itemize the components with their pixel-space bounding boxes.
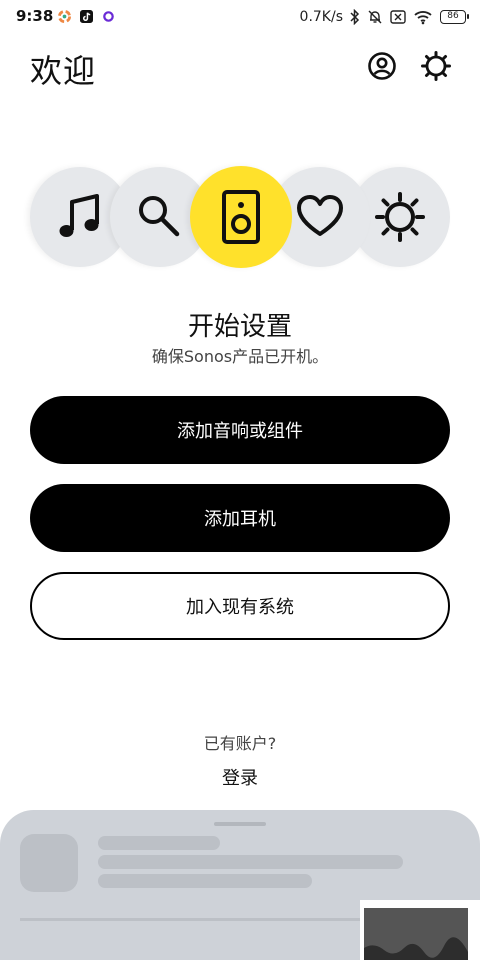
setup-subtitle: 确保Sonos产品已开机。	[151, 347, 329, 366]
sheet-line-placeholder	[98, 874, 312, 888]
preview-image	[364, 908, 468, 960]
hero-circle-speaker	[190, 166, 292, 268]
sheet-thumbnail-placeholder	[20, 834, 78, 892]
speaker-icon	[222, 190, 260, 244]
tiktok-icon	[80, 10, 93, 23]
hero-illustration	[0, 165, 480, 275]
setup-title: 开始设置	[187, 312, 292, 342]
sun-icon	[375, 192, 425, 242]
add-headphones-button[interactable]: 添加耳机	[30, 484, 450, 552]
sheet-drag-handle[interactable]	[214, 822, 266, 826]
music-note-icon	[59, 194, 99, 237]
status-bar: 9:38 0.7K/s 86	[0, 0, 480, 34]
login-link[interactable]: 登录	[200, 764, 280, 790]
gear-icon	[421, 51, 451, 81]
account-prompt: 已有账户?	[203, 734, 277, 753]
floating-preview-window[interactable]	[360, 900, 480, 960]
battery-indicator: 86	[440, 10, 469, 24]
heart-icon	[297, 195, 343, 236]
sheet-line-placeholder	[98, 836, 220, 850]
sheet-line-placeholder	[98, 855, 403, 869]
status-time: 9:38	[16, 7, 54, 25]
settings-button[interactable]	[418, 48, 454, 84]
join-system-button[interactable]: 加入现有系统	[30, 572, 450, 640]
preview-graphic	[364, 908, 468, 960]
no-sim-icon	[390, 10, 406, 24]
account-button[interactable]	[364, 48, 400, 84]
bluetooth-icon	[350, 9, 360, 25]
add-speaker-button[interactable]: 添加音响或组件	[30, 396, 450, 464]
user-icon	[368, 52, 396, 80]
net-speed: 0.7K/s	[299, 9, 343, 25]
mute-bell-icon	[368, 10, 382, 24]
wifi-icon	[414, 11, 432, 25]
page-title: 欢迎	[30, 52, 97, 90]
app-notification-icon	[58, 10, 71, 23]
status-indicators: 0.7K/s 86	[299, 7, 469, 27]
app-ring-icon	[103, 11, 114, 22]
search-icon	[139, 196, 180, 237]
